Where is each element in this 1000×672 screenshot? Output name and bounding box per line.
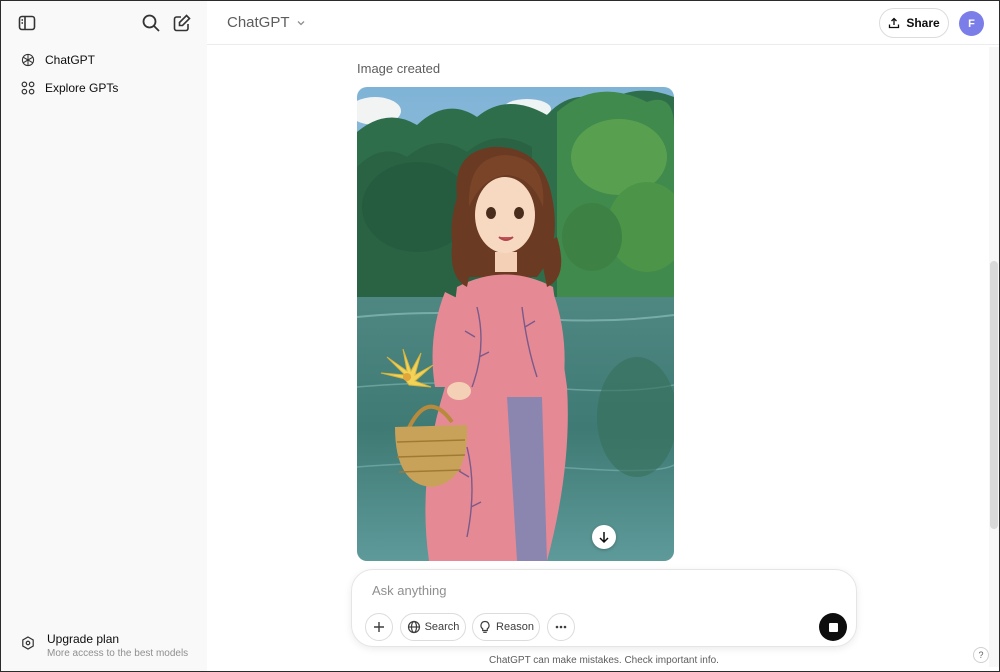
sidebar-item-chatgpt[interactable]: ChatGPT: [11, 47, 197, 73]
avatar[interactable]: F: [959, 11, 984, 36]
stop-generating-button[interactable]: [819, 613, 847, 641]
prompt-input[interactable]: [372, 580, 812, 600]
composer: Search Reason: [351, 569, 857, 647]
plus-icon: [374, 622, 384, 632]
more-dots-icon: [555, 625, 567, 629]
upgrade-icon: [19, 634, 37, 652]
arrow-down-icon: [599, 532, 609, 544]
upgrade-subtitle: More access to the best models: [47, 648, 189, 659]
image-caption: Image created: [357, 61, 441, 76]
model-name: ChatGPT: [227, 14, 290, 31]
sidebar-item-label: ChatGPT: [45, 53, 96, 67]
chevron-down-icon: [296, 18, 306, 28]
app-window: ChatGPT Explore GPTs Upgrade plan More a…: [0, 0, 1000, 672]
sidebar-item-label: Explore GPTs: [45, 81, 119, 95]
sidebar-item-explore-gpts[interactable]: Explore GPTs: [11, 75, 197, 101]
download-button[interactable]: [592, 525, 616, 549]
search-icon[interactable]: [137, 9, 165, 37]
reason-label: Reason: [496, 621, 534, 633]
share-button[interactable]: Share: [879, 8, 949, 38]
model-selector[interactable]: ChatGPT: [227, 14, 306, 31]
grid-icon: [19, 79, 37, 97]
generated-image[interactable]: [357, 87, 674, 561]
openai-logo-icon: [19, 51, 37, 69]
toggle-sidebar-icon[interactable]: [13, 9, 41, 37]
upgrade-title: Upgrade plan: [47, 632, 120, 646]
new-chat-icon[interactable]: [168, 9, 196, 37]
disclaimer: ChatGPT can make mistakes. Check importa…: [489, 655, 719, 666]
generated-image-illustration: [357, 87, 674, 561]
share-icon: [889, 17, 900, 29]
more-options-button[interactable]: [547, 613, 575, 641]
help-button[interactable]: ?: [973, 647, 989, 663]
share-label: Share: [906, 16, 940, 30]
globe-icon: [407, 620, 420, 634]
search-button[interactable]: Search: [400, 613, 466, 641]
lightbulb-icon: [480, 620, 490, 633]
stop-icon: [828, 622, 838, 632]
sidebar: ChatGPT Explore GPTs Upgrade plan More a…: [1, 1, 207, 671]
scrollbar-thumb[interactable]: [990, 261, 998, 529]
upgrade-plan-button[interactable]: Upgrade plan More access to the best mod…: [11, 627, 197, 665]
search-label: Search: [424, 621, 460, 633]
upgrade-text: Upgrade plan More access to the best mod…: [47, 627, 188, 661]
reason-button[interactable]: Reason: [472, 613, 540, 641]
attach-button[interactable]: [365, 613, 393, 641]
top-bar: ChatGPT Share F: [207, 1, 999, 45]
